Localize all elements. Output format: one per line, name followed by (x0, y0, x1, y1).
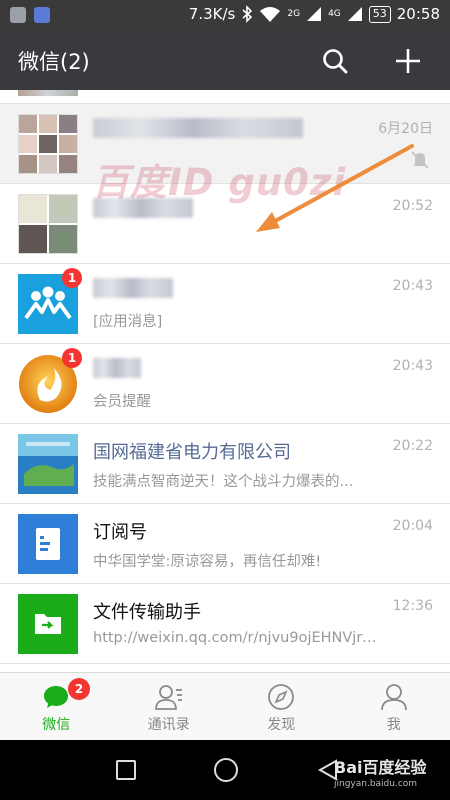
chat-row[interactable]: 订阅号 中华国学堂:原谅容易，再信任却难! 20:04 (0, 504, 450, 584)
wifi-icon (260, 7, 281, 22)
service-avatar (18, 434, 78, 494)
status-bar: 7.3K/s 2G 4G 53 20:58 (0, 0, 450, 30)
signal-icon (307, 7, 322, 21)
signal-icon (347, 7, 362, 21)
person-icon (380, 684, 407, 711)
document-icon (18, 514, 78, 574)
chat-preview: 技能满点智商逆天！这个战斗力爆表的... (93, 474, 354, 490)
battery-level: 53 (368, 5, 391, 23)
compass-icon (268, 684, 295, 710)
chat-name: 订阅号 (93, 522, 147, 543)
chat-preview: http://weixin.qq.com/r/njvu9ojEHNVjrc... (93, 630, 383, 646)
plus-icon[interactable] (393, 46, 423, 76)
app-notification-icon (34, 7, 50, 23)
gallery-notification-icon (10, 7, 26, 23)
chat-preview: 中华国学堂:原谅容易，再信任却难! (93, 554, 322, 570)
network-type-2g: 2G (287, 9, 301, 19)
chat-bubble-icon (44, 686, 69, 708)
chat-time: 20:22 (392, 438, 433, 454)
avatar (18, 90, 78, 96)
folder-icon (18, 594, 78, 654)
group-avatar (18, 114, 78, 174)
chat-preview: 会员提醒 (93, 394, 151, 410)
network-speed: 7.3K/s (188, 5, 236, 23)
chat-time: 20:43 (392, 358, 433, 374)
page-title: 微信(2) (18, 50, 90, 74)
recents-button[interactable] (116, 760, 136, 780)
chat-row[interactable]: 1 [应用消息] 20:43 (0, 264, 450, 344)
baidu-jingyan-watermark: Bai百度经验 jingyan.baidu.com (334, 754, 426, 789)
tab-label: 我 (386, 717, 401, 733)
tab-label: 发现 (267, 717, 296, 733)
tab-label: 微信 (42, 717, 71, 733)
chat-row[interactable]: 1 会员提醒 20:43 (0, 344, 450, 424)
chat-preview: [应用消息] (93, 314, 163, 330)
tab-contacts[interactable]: 通讯录 (113, 673, 226, 740)
watermark-url: jingyan.baidu.com (334, 779, 418, 789)
clock: 20:58 (396, 5, 440, 23)
tab-label: 通讯录 (147, 717, 190, 733)
unread-badge: 1 (62, 348, 82, 368)
annotation-arrow-icon (256, 144, 414, 232)
chat-name: 文件传输助手 (93, 602, 201, 623)
app-header: 微信(2) (0, 30, 450, 90)
bluetooth-icon (242, 5, 253, 23)
tab-chats[interactable]: 2 微信 (0, 673, 113, 740)
subscription-avatar (18, 514, 78, 574)
partial-chat-row[interactable] (0, 90, 450, 104)
tab-discover[interactable]: 发现 (225, 673, 338, 740)
chat-row[interactable]: 国网福建省电力有限公司 技能满点智商逆天！这个战斗力爆表的... 20:22 (0, 424, 450, 504)
chat-name-redacted (93, 358, 141, 383)
tab-me[interactable]: 我 (338, 673, 450, 740)
chat-row[interactable]: 文件传输助手 http://weixin.qq.com/r/njvu9ojEHN… (0, 584, 450, 664)
file-transfer-avatar (18, 594, 78, 654)
chat-time: 20:43 (392, 278, 433, 294)
watermark-brand: Bai百度经验 (334, 758, 427, 777)
chat-name-redacted (93, 278, 173, 303)
contacts-icon (154, 685, 182, 710)
chat-time: 6月20日 (378, 121, 433, 137)
chat-time: 20:04 (392, 518, 433, 534)
chat-name: 国网福建省电力有限公司 (93, 442, 291, 463)
unread-badge: 1 (62, 268, 82, 288)
group-avatar (18, 194, 78, 254)
chat-list: 6月20日 20:52 1 [应用消息] 20:43 1 会员提醒 20:43 … (0, 90, 450, 672)
home-button[interactable] (214, 758, 238, 782)
tab-unread-badge: 2 (68, 678, 90, 700)
search-icon[interactable] (320, 46, 350, 76)
network-type-4g: 4G (328, 9, 341, 19)
bottom-tab-bar: 2 微信 通讯录 发现 我 (0, 672, 450, 740)
chat-time: 12:36 (392, 598, 433, 614)
system-nav-bar: Bai百度经验 jingyan.baidu.com (0, 740, 450, 800)
